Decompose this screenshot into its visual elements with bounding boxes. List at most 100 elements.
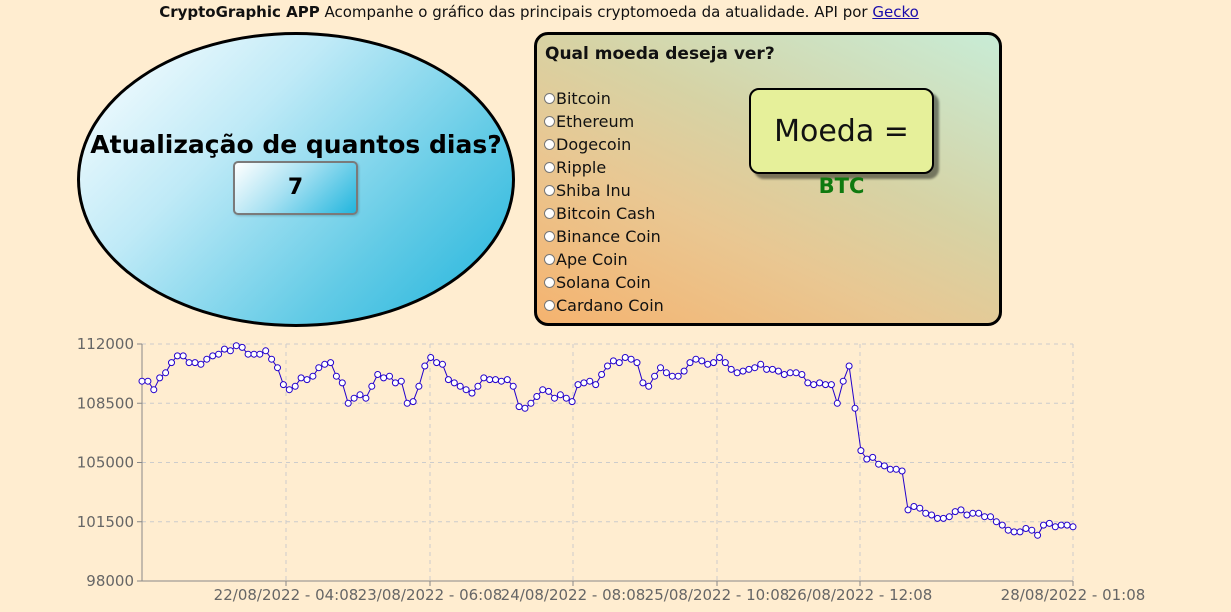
data-point — [686, 359, 694, 367]
coin-option-bitcoin[interactable]: Bitcoin — [544, 87, 664, 110]
data-point — [934, 514, 941, 522]
data-point — [957, 506, 965, 514]
data-point — [250, 350, 258, 358]
coin-option-label: Bitcoin Cash — [556, 204, 656, 223]
x-tick-label: 26/08/2022 - 12:08 — [788, 586, 933, 604]
data-point — [539, 386, 547, 394]
data-point — [939, 514, 947, 522]
data-point — [462, 386, 470, 394]
days-input[interactable]: 7 — [233, 161, 358, 215]
data-point — [503, 376, 511, 384]
data-point — [256, 350, 264, 358]
data-point — [338, 379, 346, 387]
coin-option-label: Dogecoin — [556, 135, 632, 154]
data-point — [1063, 521, 1071, 529]
radio-button[interactable] — [544, 208, 555, 219]
radio-button[interactable] — [544, 93, 555, 104]
data-point — [397, 377, 405, 385]
data-point — [928, 511, 936, 519]
y-tick-label: 105000 — [77, 454, 134, 472]
data-point — [444, 376, 452, 384]
coin-option-label: Ape Coin — [556, 250, 628, 269]
data-point — [450, 379, 458, 387]
data-point — [992, 518, 1000, 526]
data-point — [627, 355, 635, 363]
coin-option-solana-coin[interactable]: Solana Coin — [544, 271, 664, 294]
y-tick-label: 98000 — [86, 572, 134, 590]
data-point — [185, 359, 193, 367]
data-point — [987, 513, 994, 521]
data-point — [839, 377, 847, 385]
data-point — [774, 367, 782, 375]
radio-button[interactable] — [544, 162, 555, 173]
gecko-link[interactable]: Gecko — [872, 3, 918, 21]
data-point — [763, 365, 771, 373]
data-point — [274, 364, 281, 372]
data-point — [521, 404, 529, 412]
data-point — [604, 362, 611, 370]
coin-option-ripple[interactable]: Ripple — [544, 156, 664, 179]
data-point — [739, 367, 747, 375]
data-point — [609, 357, 617, 365]
data-point — [468, 389, 476, 397]
data-point — [332, 372, 340, 380]
coin-option-label: Cardano Coin — [556, 296, 664, 315]
data-point — [827, 381, 835, 389]
data-point — [975, 509, 983, 517]
data-point — [391, 379, 399, 387]
data-point — [191, 359, 199, 367]
data-point — [721, 359, 729, 367]
data-point — [533, 393, 541, 400]
data-point — [356, 391, 364, 399]
data-point — [810, 381, 818, 389]
radio-button[interactable] — [544, 300, 555, 311]
data-point — [798, 371, 806, 378]
coin-option-ethereum[interactable]: Ethereum — [544, 110, 664, 133]
data-point — [327, 359, 335, 367]
radio-button[interactable] — [544, 277, 555, 288]
data-point — [362, 394, 370, 402]
radio-button[interactable] — [544, 254, 555, 265]
series-line — [142, 345, 1074, 537]
data-point — [633, 359, 641, 367]
y-tick-label: 112000 — [77, 335, 134, 353]
data-point — [780, 371, 788, 378]
radio-button[interactable] — [544, 116, 555, 127]
coin-option-bitcoin-cash[interactable]: Bitcoin Cash — [544, 202, 664, 225]
data-point — [822, 381, 829, 389]
data-point — [645, 382, 653, 390]
data-point — [221, 345, 228, 353]
radio-button[interactable] — [544, 231, 555, 242]
data-point — [998, 521, 1006, 529]
data-point — [474, 382, 482, 390]
selected-coin-label: Moeda = — [774, 114, 909, 149]
data-point — [279, 381, 287, 389]
data-point — [710, 359, 718, 367]
data-point — [421, 362, 429, 370]
coin-option-label: Solana Coin — [556, 273, 651, 292]
data-point — [981, 513, 989, 521]
data-point — [215, 350, 223, 358]
data-point — [963, 511, 971, 519]
coin-option-label: Binance Coin — [556, 227, 661, 246]
data-point — [751, 364, 759, 372]
data-point — [439, 360, 446, 368]
coin-option-shiba-inu[interactable]: Shiba Inu — [544, 179, 664, 202]
data-point — [315, 364, 323, 372]
data-point — [409, 398, 417, 406]
coin-option-binance-coin[interactable]: Binance Coin — [544, 225, 664, 248]
radio-button[interactable] — [544, 139, 555, 150]
data-point — [556, 391, 564, 399]
x-tick-label: 25/08/2022 - 10:08 — [645, 586, 790, 604]
days-panel: Atualização de quantos dias? 7 — [77, 32, 515, 327]
data-point — [374, 371, 382, 378]
radio-button[interactable] — [544, 185, 555, 196]
x-tick-label: 23/08/2022 - 06:08 — [358, 586, 503, 604]
coin-option-label: Bitcoin — [556, 89, 611, 108]
coin-option-cardano-coin[interactable]: Cardano Coin — [544, 294, 664, 317]
coin-option-ape-coin[interactable]: Ape Coin — [544, 248, 664, 271]
coin-option-dogecoin[interactable]: Dogecoin — [544, 133, 664, 156]
app-header: CryptoGraphic APP Acompanhe o gráfico da… — [0, 3, 1078, 21]
data-point — [692, 355, 700, 363]
data-point — [580, 379, 588, 387]
